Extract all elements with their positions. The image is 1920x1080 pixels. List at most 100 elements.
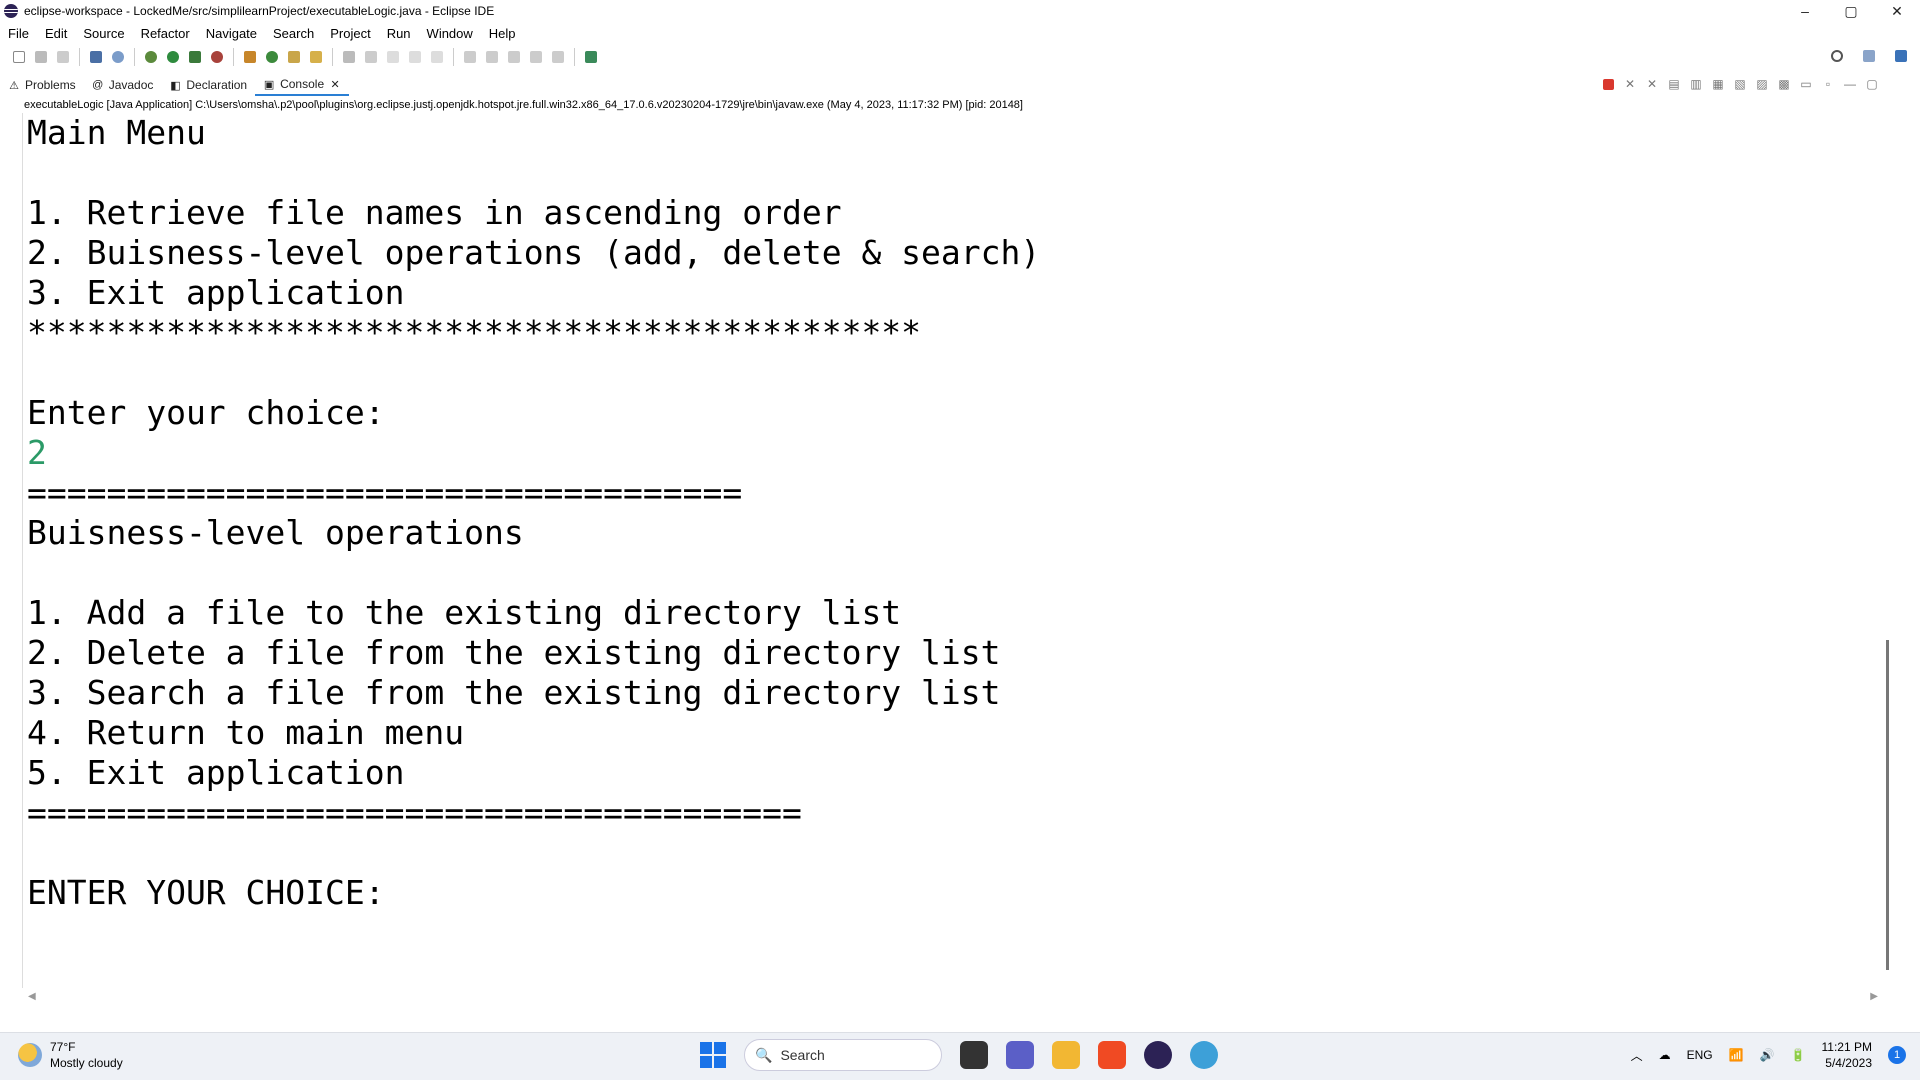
new-icon[interactable] — [11, 49, 27, 65]
menu-file[interactable]: File — [0, 26, 37, 41]
close-tab-icon[interactable]: ✕ — [329, 78, 341, 91]
console-text-top: Main Menu 1. Retrieve file names in asce… — [27, 113, 1041, 432]
tab-problems[interactable]: ⚠ Problems — [0, 74, 84, 96]
brave-icon[interactable] — [1098, 1041, 1126, 1069]
menu-source[interactable]: Source — [75, 26, 132, 41]
java-perspective-icon[interactable] — [1893, 48, 1909, 64]
tab-declaration[interactable]: ◧ Declaration — [161, 74, 255, 96]
debug-icon[interactable] — [143, 49, 159, 65]
menu-bar: File Edit Source Refactor Navigate Searc… — [0, 22, 1920, 44]
javadoc-icon: @ — [92, 79, 104, 91]
save-all-icon[interactable] — [55, 49, 71, 65]
word-wrap-icon[interactable]: ▦ — [1710, 76, 1726, 92]
minimize-view-icon[interactable]: — — [1842, 76, 1858, 92]
minimize-button[interactable]: – — [1782, 0, 1828, 22]
clear-console-icon[interactable]: ▤ — [1666, 76, 1682, 92]
remove-all-terminated-icon[interactable]: ✕ — [1644, 76, 1660, 92]
volume-icon[interactable]: 🔊 — [1760, 1048, 1775, 1062]
horizontal-scrollbar[interactable]: ◀ ▶ — [22, 990, 1884, 1002]
tab-javadoc[interactable]: @ Javadoc — [84, 74, 162, 96]
tab-console[interactable]: ▣ Console ✕ — [255, 74, 350, 96]
main-toolbar — [0, 44, 1920, 70]
menu-search[interactable]: Search — [265, 26, 322, 41]
whitespace-icon[interactable] — [407, 49, 423, 65]
menu-edit[interactable]: Edit — [37, 26, 75, 41]
teams-icon[interactable] — [1006, 1041, 1034, 1069]
menu-window[interactable]: Window — [419, 26, 481, 41]
wifi-icon[interactable]: 📶 — [1729, 1048, 1744, 1062]
scroll-lock-icon[interactable]: ▥ — [1688, 76, 1704, 92]
title-bar: eclipse-workspace - LockedMe/src/simplil… — [0, 0, 1920, 22]
scroll-left-icon[interactable]: ◀ — [28, 991, 36, 1002]
console-user-input: 2 — [27, 433, 47, 472]
next-annotation-icon[interactable] — [462, 49, 478, 65]
remove-launch-icon[interactable]: ✕ — [1622, 76, 1638, 92]
eclipse-taskbar-icon[interactable] — [1144, 1041, 1172, 1069]
external-tools-icon[interactable] — [209, 49, 225, 65]
pin-console-icon[interactable]: ▩ — [1776, 76, 1792, 92]
console-output[interactable]: Main Menu 1. Retrieve file names in asce… — [22, 113, 1882, 988]
coverage-icon[interactable] — [187, 49, 203, 65]
language-indicator[interactable]: ENG — [1687, 1048, 1713, 1062]
clock-time: 11:21 PM — [1821, 1040, 1872, 1054]
maximize-button[interactable]: ▢ — [1828, 0, 1874, 22]
open-type-icon[interactable] — [286, 49, 302, 65]
chevron-up-icon[interactable]: ︿ — [1631, 1047, 1643, 1064]
eclipse-icon — [4, 4, 18, 18]
annotation-icon[interactable] — [363, 49, 379, 65]
pin-editor-icon[interactable] — [583, 49, 599, 65]
globe-app-icon[interactable] — [1190, 1041, 1218, 1069]
open-perspective-icon[interactable] — [1861, 48, 1877, 64]
onedrive-icon[interactable]: ☁ — [1659, 1048, 1671, 1062]
battery-icon[interactable]: 🔋 — [1791, 1048, 1806, 1062]
tab-console-label: Console — [280, 77, 325, 91]
menu-help[interactable]: Help — [481, 26, 524, 41]
window-controls: – ▢ ✕ — [1782, 0, 1920, 22]
start-button[interactable] — [700, 1042, 726, 1068]
console-toolbar: ✕ ✕ ▤ ▥ ▦ ▧ ▨ ▩ ▭ ▫ — ▢ — [1600, 76, 1880, 92]
taskbar-apps: 🔍 Search — [700, 1039, 1218, 1071]
save-icon[interactable] — [33, 49, 49, 65]
weather-icon — [18, 1043, 42, 1067]
open-console-icon[interactable]: ▫ — [1820, 76, 1836, 92]
toolbar-right — [1826, 48, 1912, 64]
weather-widget[interactable]: 77°F Mostly cloudy — [18, 1039, 123, 1071]
run-icon[interactable] — [165, 49, 181, 65]
close-button[interactable]: ✕ — [1874, 0, 1920, 22]
notification-badge[interactable]: 1 — [1888, 1046, 1906, 1064]
toggle-mark-icon[interactable] — [341, 49, 357, 65]
new-package-icon[interactable] — [242, 49, 258, 65]
block-select-icon[interactable] — [385, 49, 401, 65]
show-on-stdout-icon[interactable]: ▧ — [1732, 76, 1748, 92]
menu-run[interactable]: Run — [379, 26, 419, 41]
console-text-bottom: ==================================== Bui… — [27, 473, 1001, 912]
toolbar-separator — [574, 48, 575, 66]
pilcrow-icon[interactable] — [429, 49, 445, 65]
file-explorer-icon[interactable] — [1052, 1041, 1080, 1069]
terminal-icon[interactable] — [88, 49, 104, 65]
last-edit-icon[interactable] — [506, 49, 522, 65]
back-icon[interactable] — [528, 49, 544, 65]
new-class-icon[interactable] — [264, 49, 280, 65]
declaration-icon: ◧ — [170, 79, 181, 92]
clock[interactable]: 11:21 PM 5/4/2023 — [1822, 1039, 1872, 1071]
window-title: eclipse-workspace - LockedMe/src/simplil… — [24, 4, 495, 18]
prev-annotation-icon[interactable] — [484, 49, 500, 65]
task-view-icon[interactable] — [960, 1041, 988, 1069]
skip-breakpoints-icon[interactable] — [110, 49, 126, 65]
search-icon[interactable] — [1829, 48, 1845, 64]
scroll-right-icon[interactable]: ▶ — [1870, 991, 1878, 1002]
terminate-icon[interactable] — [1600, 76, 1616, 92]
taskbar-search[interactable]: 🔍 Search — [744, 1039, 942, 1071]
display-console-icon[interactable]: ▭ — [1798, 76, 1814, 92]
menu-refactor[interactable]: Refactor — [133, 26, 198, 41]
forward-icon[interactable] — [550, 49, 566, 65]
tab-javadoc-label: Javadoc — [108, 78, 154, 92]
maximize-view-icon[interactable]: ▢ — [1864, 76, 1880, 92]
vertical-scrollbar[interactable] — [1886, 640, 1889, 970]
toolbar-separator — [134, 48, 135, 66]
search-tool-icon[interactable] — [308, 49, 324, 65]
menu-project[interactable]: Project — [322, 26, 378, 41]
menu-navigate[interactable]: Navigate — [198, 26, 265, 41]
show-on-stderr-icon[interactable]: ▨ — [1754, 76, 1770, 92]
